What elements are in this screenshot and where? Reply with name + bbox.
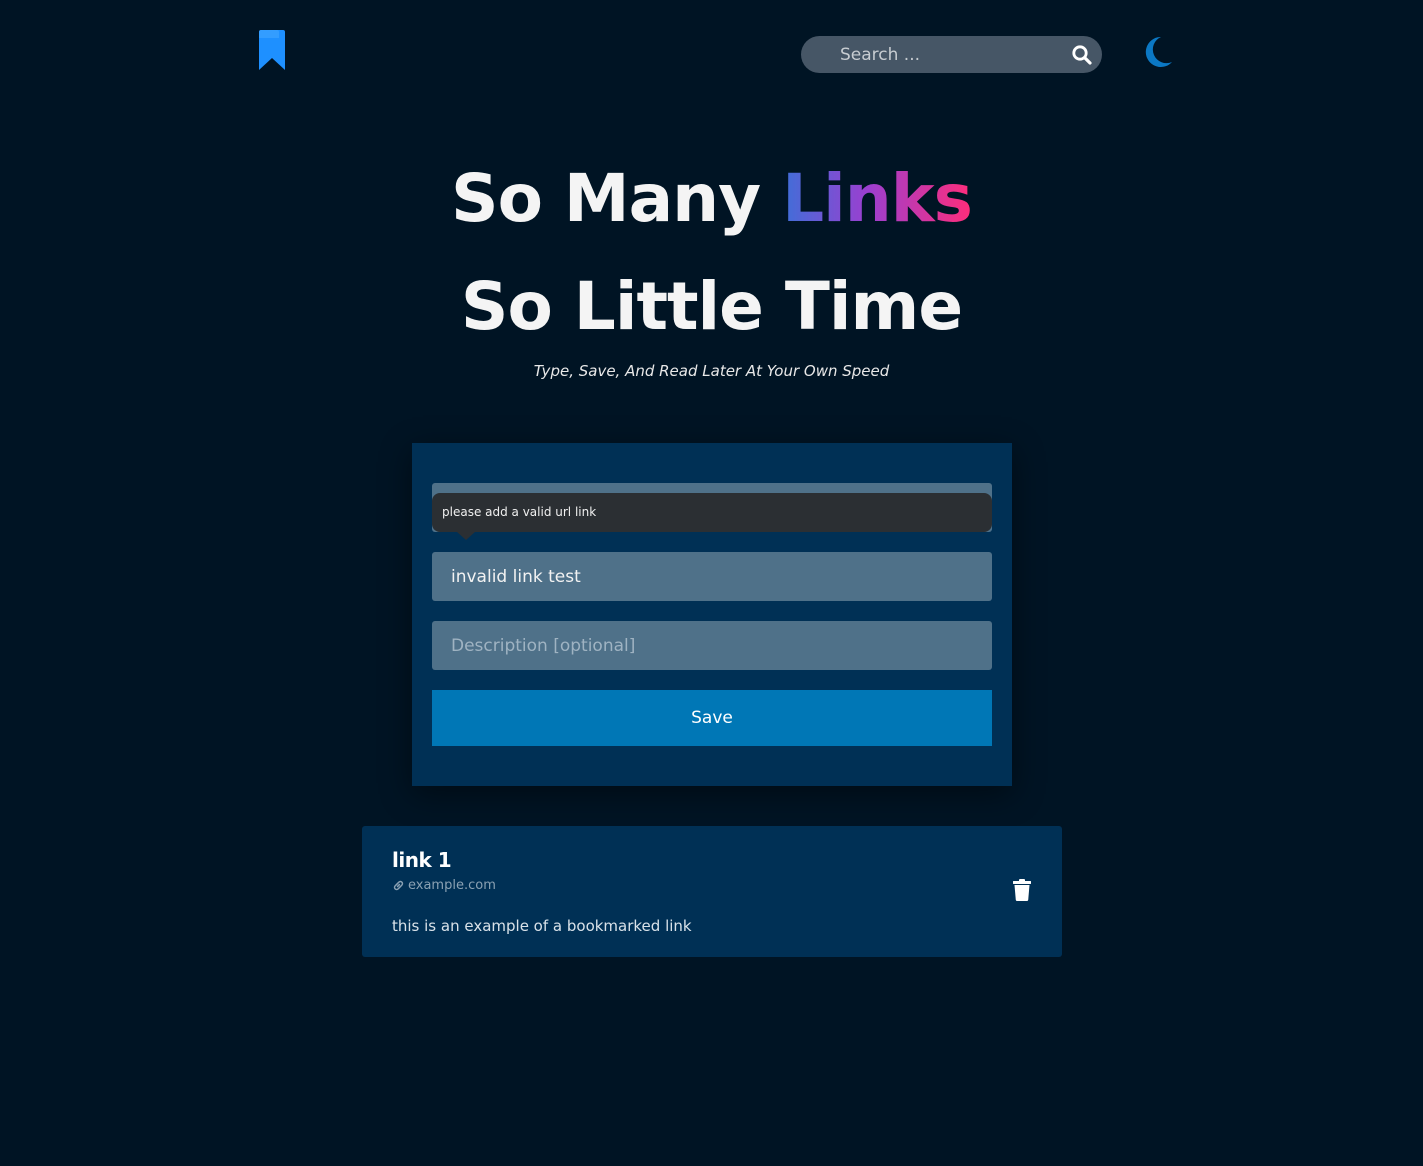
trash-icon[interactable] [1013,879,1031,901]
hero-title-plain: So Many [451,160,783,237]
save-button[interactable]: Save [432,690,992,746]
link-url[interactable]: example.com [392,878,496,893]
search-input[interactable] [801,36,1102,73]
bookmark-logo-icon[interactable] [257,30,287,72]
search-icon[interactable] [1071,44,1093,66]
url-input[interactable] [432,552,992,601]
link-card: link 1 example.com this is an example of… [362,826,1062,957]
search-bar [801,36,1102,73]
link-url-text: example.com [408,878,496,893]
hero-title-line-1: So Many Links [0,166,1423,232]
moon-icon[interactable] [1141,35,1173,69]
tooltip-arrow [457,532,475,540]
hero-title-line-2: So Little Time [460,268,963,345]
validation-tooltip: please add a valid url link [432,493,992,532]
link-icon [393,880,404,891]
link-title: link 1 [392,848,452,872]
tagline: Type, Save, And Read Later At Your Own S… [533,362,890,380]
add-link-form: please add a valid url link Save [412,443,1012,786]
description-input[interactable] [432,621,992,670]
hero-title-accent: Links [782,160,973,237]
link-description: this is an example of a bookmarked link [392,917,692,935]
